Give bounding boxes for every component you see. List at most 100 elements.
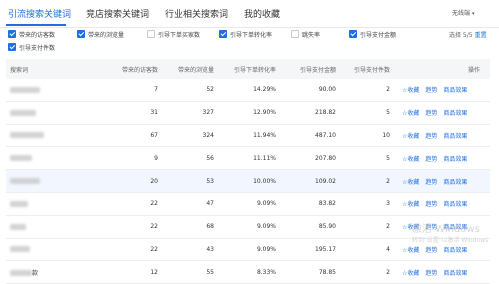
- favorite-button[interactable]: ☆收藏: [402, 133, 419, 140]
- metric-option-bounce[interactable]: 跳失率: [291, 30, 320, 40]
- favorite-button[interactable]: ☆收藏: [402, 156, 419, 163]
- trend-link[interactable]: 趋势: [425, 179, 437, 186]
- favorite-button[interactable]: ☆收藏: [402, 201, 419, 208]
- col-header-pay-items[interactable]: 引导支付件数: [340, 59, 394, 79]
- conversion-cell: 11.11%: [218, 146, 280, 171]
- keyword-cell: [6, 79, 106, 102]
- pageviews-cell: 55: [162, 260, 218, 284]
- pageviews-cell: 56: [162, 146, 218, 171]
- col-header-conversion[interactable]: 引导下单转化率: [218, 59, 280, 79]
- col-header-visitors[interactable]: 带来的访客数: [106, 59, 162, 79]
- favorite-button[interactable]: ☆收藏: [402, 179, 419, 186]
- metric-option-pageviews[interactable]: 带来的浏览量: [77, 30, 124, 40]
- pay-amount-cell: 78.85: [280, 260, 340, 284]
- pageviews-cell: 68: [162, 215, 218, 239]
- conversion-cell: 9.09%: [218, 238, 280, 262]
- checkbox-checked-icon: [8, 30, 16, 38]
- conversion-cell: 9.09%: [218, 192, 280, 216]
- favorite-label: 收藏: [407, 132, 420, 140]
- device-dropdown-value: 无线端: [452, 10, 471, 17]
- col-header-pay-amount[interactable]: 引导支付金额: [280, 59, 340, 79]
- pay-items-cell: 5: [340, 101, 394, 125]
- favorite-button[interactable]: ☆收藏: [402, 110, 419, 117]
- table-row: 9 56 11.11% 207.80 5 ☆收藏 趋势 商品效果: [6, 146, 490, 171]
- pay-amount-cell: 85.90: [280, 215, 340, 239]
- metric-option-label: 引导下单买家数: [158, 32, 201, 39]
- blurred-keyword: [10, 155, 32, 162]
- visitors-cell: 20: [106, 169, 162, 193]
- col-header-pageviews[interactable]: 带来的浏览量: [162, 59, 218, 79]
- visitors-cell: 9: [106, 146, 162, 171]
- trend-link[interactable]: 趋势: [425, 201, 437, 208]
- metric-option-pay-amount[interactable]: 引导支付金额: [349, 30, 396, 40]
- conversion-cell: 12.90%: [218, 101, 280, 125]
- conversion-cell: 14.29%: [218, 79, 280, 102]
- keyword-cell: [6, 192, 106, 216]
- checkbox-checked-icon: [77, 30, 85, 38]
- product-effect-link[interactable]: 商品效果: [443, 110, 467, 117]
- metric-option-pay-items[interactable]: 引导支付件数: [8, 43, 55, 53]
- tab-competitor-keywords[interactable]: 竞店搜索关键词: [86, 7, 149, 20]
- table-row: 67 324 11.94% 487.10 10 ☆收藏 趋势 商品效果: [6, 124, 490, 148]
- keyword-cell: [6, 124, 106, 148]
- pageviews-cell: 324: [162, 124, 218, 148]
- col-header-actions: 操作: [394, 59, 490, 79]
- favorite-button[interactable]: ☆收藏: [402, 87, 419, 94]
- visitors-cell: 22: [106, 192, 162, 216]
- keyword-visible-suffix: 款: [32, 269, 39, 277]
- trend-link[interactable]: 趋势: [425, 156, 437, 163]
- selection-summary: 选择 5/5 重置: [449, 30, 487, 39]
- pageviews-cell: 327: [162, 101, 218, 125]
- product-effect-link[interactable]: 商品效果: [443, 133, 467, 140]
- tab-my-favorites[interactable]: 我的收藏: [244, 7, 280, 20]
- conversion-cell: 10.00%: [218, 169, 280, 193]
- table-row: 31 327 12.90% 218.82 5 ☆收藏 趋势 商品效果: [6, 101, 490, 125]
- reset-link[interactable]: 重置: [475, 32, 487, 39]
- checkbox-unchecked-icon: [147, 30, 155, 38]
- conversion-cell: 11.94%: [218, 124, 280, 148]
- tab-industry-keywords[interactable]: 行业相关搜索词: [165, 7, 228, 20]
- visitors-cell: 22: [106, 215, 162, 239]
- actions-cell: ☆收藏 趋势 商品效果: [394, 192, 490, 216]
- trend-link[interactable]: 趋势: [425, 87, 437, 94]
- product-effect-link[interactable]: 商品效果: [443, 247, 467, 254]
- actions-cell: ☆收藏 趋势 商品效果: [394, 146, 490, 171]
- checkbox-checked-icon: [349, 30, 357, 38]
- product-effect-link[interactable]: 商品效果: [443, 179, 467, 186]
- tab-bar: 引流搜索关键词 竞店搜索关键词 行业相关搜索词 我的收藏 无线端 ▾: [0, 0, 499, 28]
- favorite-label: 收藏: [407, 269, 420, 277]
- metric-option-label: 引导支付件数: [19, 45, 56, 52]
- product-effect-link[interactable]: 商品效果: [443, 87, 467, 94]
- pay-items-cell: 3: [340, 192, 394, 216]
- favorite-button[interactable]: ☆收藏: [402, 247, 419, 254]
- blurred-keyword: [10, 109, 36, 116]
- favorite-label: 收藏: [407, 87, 420, 95]
- product-effect-link[interactable]: 商品效果: [443, 201, 467, 208]
- trend-link[interactable]: 趋势: [425, 247, 437, 254]
- favorite-button[interactable]: ☆收藏: [402, 270, 419, 277]
- conversion-cell: 9.09%: [218, 215, 280, 239]
- table-row: 款 12 55 8.33% 78.85 2 ☆收藏 趋势 商品效果: [6, 260, 490, 284]
- metric-option-order-buyers[interactable]: 引导下单买家数: [147, 30, 200, 40]
- product-effect-link[interactable]: 商品效果: [443, 270, 467, 277]
- product-effect-link[interactable]: 商品效果: [443, 156, 467, 163]
- actions-cell: ☆收藏 趋势 商品效果: [394, 260, 490, 284]
- pageviews-cell: 53: [162, 169, 218, 193]
- metric-option-visitors[interactable]: 带来的访客数: [8, 30, 55, 40]
- trend-link[interactable]: 趋势: [425, 110, 437, 117]
- keyword-table: 搜索词 带来的访客数 带来的浏览量 引导下单转化率 引导支付金额 引导支付件数 …: [6, 59, 490, 284]
- metric-option-conversion[interactable]: 引导下单转化率: [219, 30, 272, 40]
- pay-amount-cell: 90.00: [280, 79, 340, 102]
- trend-link[interactable]: 趋势: [425, 133, 437, 140]
- pageviews-cell: 43: [162, 238, 218, 262]
- pay-amount-cell: 83.82: [280, 192, 340, 216]
- metric-option-label: 跳失率: [302, 32, 321, 39]
- chevron-down-icon: ▾: [472, 11, 475, 17]
- device-dropdown[interactable]: 无线端 ▾: [452, 8, 475, 17]
- visitors-cell: 67: [106, 124, 162, 148]
- tab-traffic-keywords[interactable]: 引流搜索关键词: [8, 7, 71, 20]
- blurred-keyword: [10, 223, 26, 230]
- col-header-keyword[interactable]: 搜索词: [6, 59, 106, 79]
- trend-link[interactable]: 趋势: [425, 270, 437, 277]
- pay-items-cell: 2: [340, 169, 394, 193]
